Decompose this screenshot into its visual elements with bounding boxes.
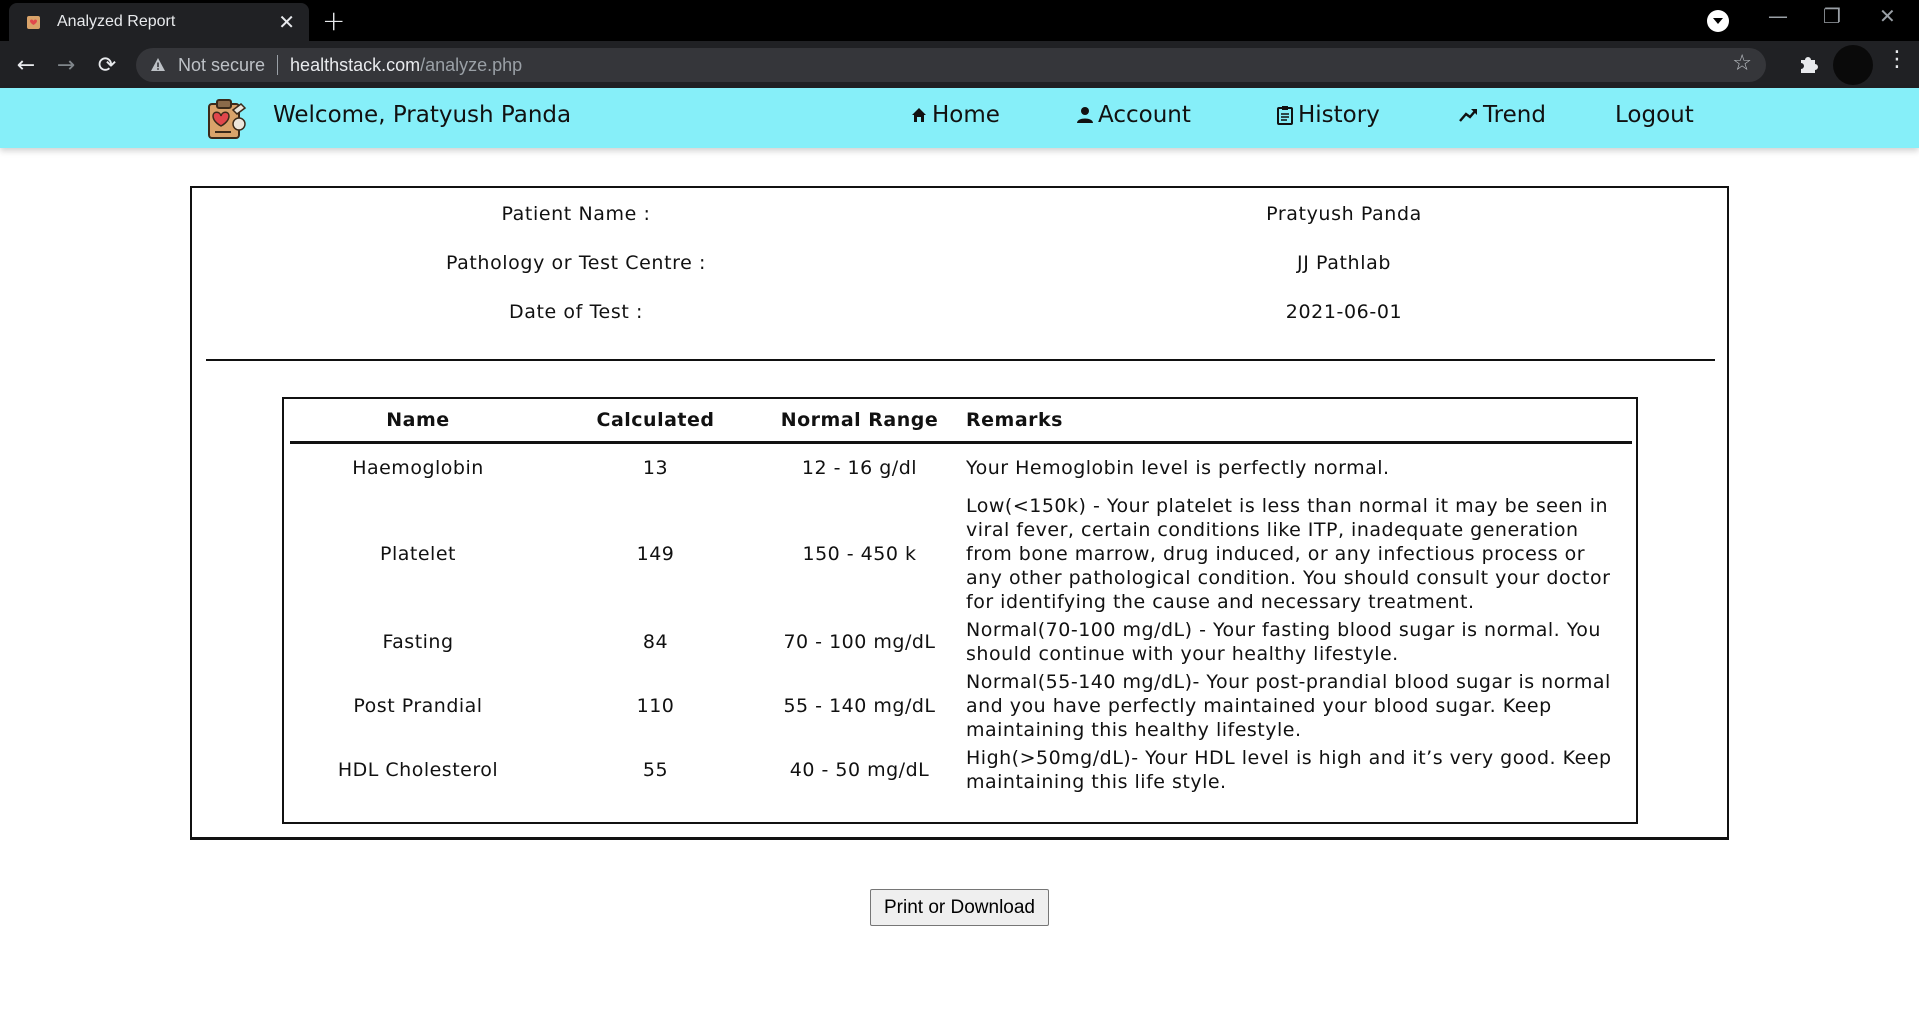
not-secure-label: Not secure <box>178 54 266 75</box>
cell-calculated: 55 <box>642 759 669 781</box>
window-close-icon[interactable]: ✕ <box>1879 6 1896 26</box>
trend-icon <box>1459 109 1477 122</box>
cell-name: Post Prandial <box>353 695 483 717</box>
cell-remarks: Low(<150k) - Your platelet is less than … <box>966 495 1611 613</box>
results-table: Name Calculated Normal Range Remarks Hae… <box>290 399 1632 796</box>
profile-avatar[interactable] <box>1833 45 1873 85</box>
cell-range: 150 - 450 k <box>802 543 917 565</box>
browser-menu-icon[interactable]: ⋮ <box>1886 49 1908 71</box>
nav-link-trend[interactable]: Trend <box>1459 102 1546 128</box>
table-header-row: Name Calculated Normal Range Remarks <box>290 399 1632 444</box>
nav-link-account[interactable]: Account <box>1076 102 1191 128</box>
test-centre-value: JJ Pathlab <box>1297 252 1391 274</box>
nav-link-account-label: Account <box>1098 102 1191 128</box>
nav-link-home-label: Home <box>932 102 1000 128</box>
minimize-icon[interactable]: — <box>1768 6 1788 26</box>
cell-calculated: 149 <box>636 543 675 565</box>
reload-icon[interactable]: ⟳ <box>91 49 123 81</box>
cell-range: 70 - 100 mg/dL <box>783 631 936 653</box>
table-row: Platelet 149 150 - 450 k Low(<150k) - Yo… <box>290 492 1632 616</box>
header-remarks: Remarks <box>954 399 1632 444</box>
table-row: Haemoglobin 13 12 - 16 g/dl Your Hemoglo… <box>290 442 1632 492</box>
cell-name: HDL Cholesterol <box>337 759 499 781</box>
url-path: /analyze.php <box>420 54 523 75</box>
cell-remarks: Your Hemoglobin level is perfectly norma… <box>966 456 1390 479</box>
cell-calculated: 13 <box>642 456 669 479</box>
results-table-box: Name Calculated Normal Range Remarks Hae… <box>282 397 1638 824</box>
table-row: Post Prandial 110 55 - 140 mg/dL Normal(… <box>290 668 1632 744</box>
new-tab-button[interactable]: + <box>322 7 345 35</box>
test-date-label: Date of Test : <box>508 301 644 323</box>
bookmark-star-icon[interactable]: ☆ <box>1732 51 1752 76</box>
patient-name-label: Patient Name : <box>501 203 651 225</box>
healthstack-logo-icon[interactable] <box>203 96 249 142</box>
cell-remarks: High(>50mg/dL)- Your HDL level is high a… <box>966 747 1612 793</box>
cell-remarks: Normal(55-140 mg/dL)- Your post-prandial… <box>966 671 1611 741</box>
browser-toolbar: ← → ⟳ Not secure healthstack.com/analyze… <box>0 41 1919 88</box>
cell-range: 12 - 16 g/dl <box>801 456 918 479</box>
report-card: Patient Name : Pratyush Panda Pathology … <box>190 186 1729 840</box>
report-divider <box>206 359 1715 361</box>
welcome-text: Welcome, Pratyush Panda <box>273 102 572 128</box>
warning-icon <box>151 58 165 71</box>
tab-title: Analyzed Report <box>57 13 176 30</box>
address-bar[interactable]: Not secure healthstack.com/analyze.php ☆ <box>136 48 1766 82</box>
healthstack-favicon-icon <box>27 16 40 29</box>
table-row: HDL Cholesterol 55 40 - 50 mg/dL High(>5… <box>290 744 1632 796</box>
address-separator <box>277 55 279 75</box>
cell-name: Platelet <box>380 543 456 565</box>
url-text: healthstack.com/analyze.php <box>290 55 522 76</box>
test-date-value: 2021-06-01 <box>1285 301 1403 323</box>
restore-icon[interactable]: ❐ <box>1823 6 1841 26</box>
info-row-date: Date of Test : 2021-06-01 <box>192 301 1727 331</box>
back-arrow-icon[interactable]: ← <box>10 49 42 81</box>
forward-arrow-icon[interactable]: → <box>50 49 82 81</box>
test-centre-label: Pathology or Test Centre : <box>445 252 707 274</box>
patient-name-value: Pratyush Panda <box>1266 203 1422 225</box>
cell-remarks: Normal(70-100 mg/dL) - Your fasting bloo… <box>966 619 1601 665</box>
nav-link-logout[interactable]: Logout <box>1615 102 1694 128</box>
header-name: Name <box>290 399 546 444</box>
home-icon <box>912 108 926 122</box>
cell-calculated: 110 <box>636 695 675 717</box>
clipboard-icon <box>1277 106 1293 125</box>
cell-range: 55 - 140 mg/dL <box>783 695 936 717</box>
tab-close-icon[interactable]: ✕ <box>278 12 295 32</box>
nav-link-trend-label: Trend <box>1483 102 1546 128</box>
browser-titlebar: Analyzed Report ✕ + — ❐ ✕ <box>0 0 1919 41</box>
nav-link-home[interactable]: Home <box>910 102 1000 128</box>
table-row: Fasting 84 70 - 100 mg/dL Normal(70-100 … <box>290 616 1632 668</box>
media-control-icon[interactable] <box>1707 10 1729 32</box>
extensions-puzzle-icon[interactable] <box>1797 53 1819 75</box>
site-navbar: Welcome, Pratyush Panda Home Account His… <box>0 88 1919 148</box>
nav-link-history[interactable]: History <box>1276 102 1380 128</box>
header-normal-range: Normal Range <box>765 399 954 444</box>
cell-range: 40 - 50 mg/dL <box>789 759 930 781</box>
header-calculated: Calculated <box>546 399 765 444</box>
user-icon <box>1077 107 1093 123</box>
url-host: healthstack.com <box>290 54 421 75</box>
print-download-button[interactable]: Print or Download <box>870 889 1049 926</box>
cell-calculated: 84 <box>642 631 669 653</box>
info-row-patient: Patient Name : Pratyush Panda <box>192 203 1727 233</box>
info-row-centre: Pathology or Test Centre : JJ Pathlab <box>192 252 1727 282</box>
nav-link-logout-label: Logout <box>1615 102 1694 128</box>
browser-tab[interactable]: Analyzed Report ✕ <box>9 3 309 41</box>
cell-name: Haemoglobin <box>352 456 484 479</box>
nav-link-history-label: History <box>1298 102 1380 128</box>
cell-name: Fasting <box>382 631 454 653</box>
